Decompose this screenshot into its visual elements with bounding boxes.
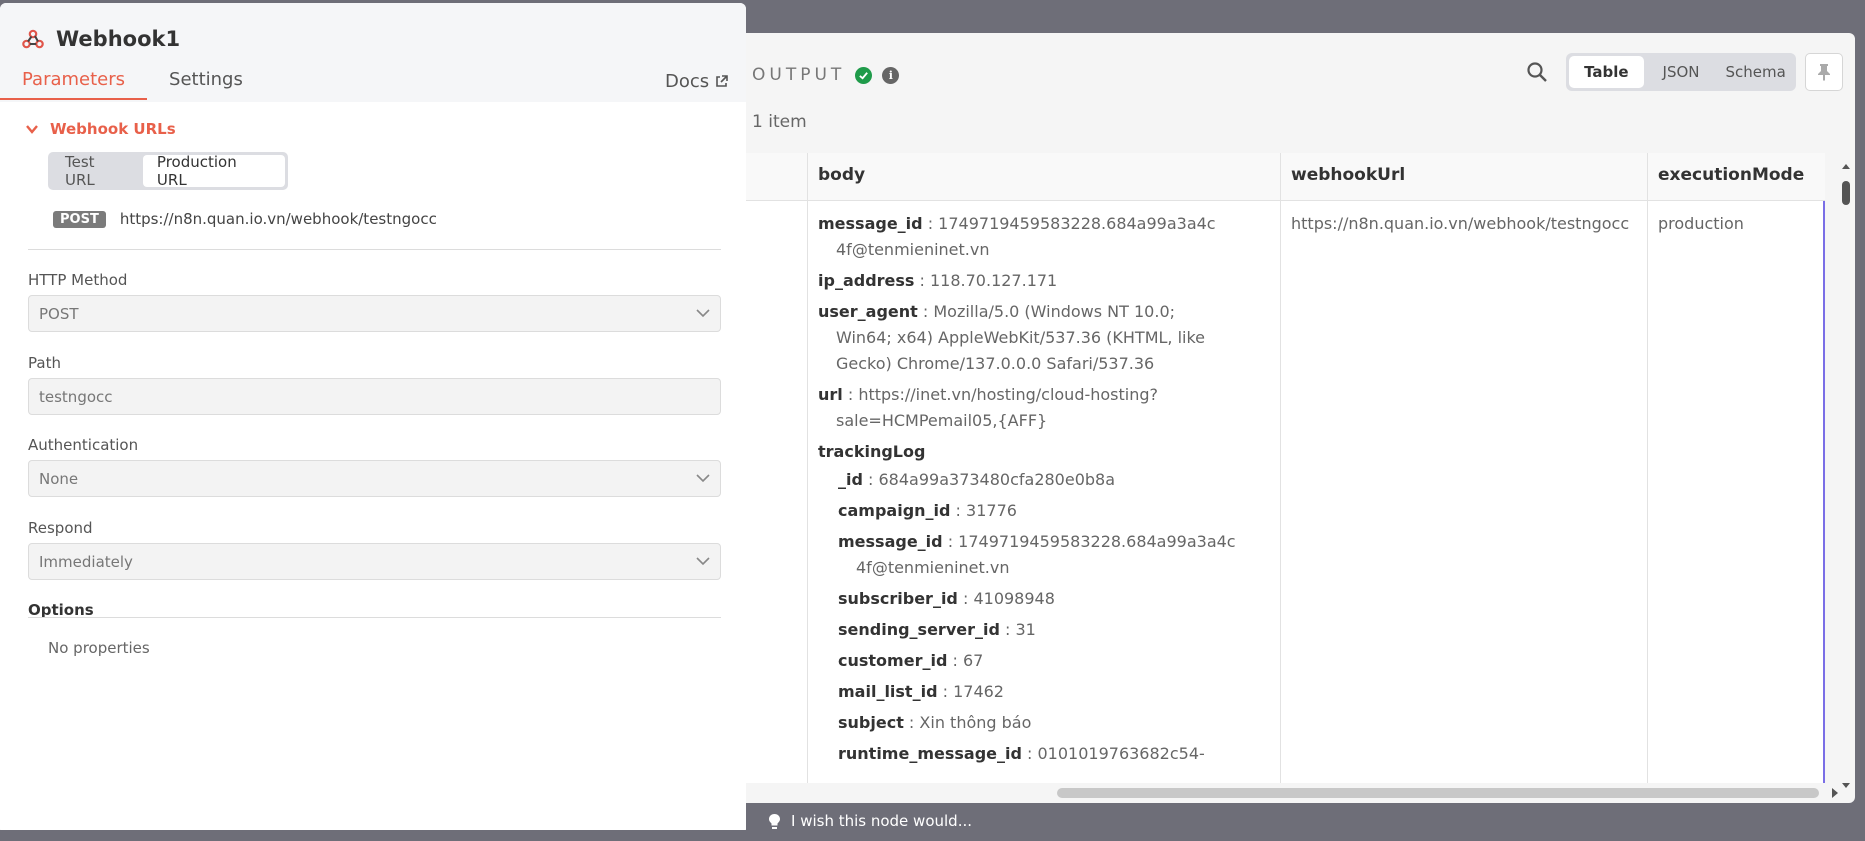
canvas-bottom-edge — [0, 830, 746, 841]
method-badge: POST — [53, 210, 106, 228]
field-url: url : https://inet.vn/hosting/cloud-host… — [818, 385, 1159, 430]
field-tracking-log: trackingLog — [818, 442, 926, 461]
divider — [28, 249, 721, 250]
webhook-icon — [22, 29, 44, 49]
chevron-down-icon — [696, 474, 710, 483]
scroll-right-icon[interactable] — [1830, 787, 1840, 799]
http-method-label: HTTP Method — [28, 271, 128, 289]
pin-icon — [1818, 64, 1830, 81]
view-schema-button[interactable]: Schema — [1718, 56, 1793, 88]
webhook-urls-toggle[interactable]: Webhook URLs — [26, 120, 176, 138]
tracking-log-fields: _id : 684a99a373480cfa280e0b8a campaign_… — [818, 467, 1270, 767]
column-header-webhook-url: webhookUrl — [1281, 153, 1647, 201]
options-divider — [28, 617, 721, 618]
tracking-field: campaign_id : 31776 — [838, 501, 1017, 520]
node-title: Webhook1 — [22, 27, 180, 51]
output-table: ery npty ject] body message_id : 1749719… — [700, 153, 1825, 783]
path-input[interactable]: testngocc — [28, 378, 721, 415]
cell-webhook-url: https://n8n.quan.io.vn/webhook/testngocc — [1291, 214, 1630, 233]
parameters-header: Webhook1 Parameters Settings Docs — [0, 3, 746, 102]
column-execution-mode: executionMode production — [1648, 153, 1825, 783]
no-properties-text: No properties — [48, 639, 150, 657]
column-selection-accent — [1823, 201, 1825, 783]
url-mode-toggle: Test URL Production URL — [48, 152, 288, 190]
field-user-agent: user_agent : Mozilla/5.0 (Windows NT 10.… — [818, 302, 1206, 373]
column-webhook-url: webhookUrl https://n8n.quan.io.vn/webhoo… — [1281, 153, 1648, 783]
column-header-execution-mode: executionMode — [1648, 153, 1825, 201]
view-toggle: Table JSON Schema — [1566, 53, 1796, 91]
info-icon[interactable]: i — [882, 66, 900, 84]
item-count: 1 item — [752, 112, 807, 132]
node-name[interactable]: Webhook1 — [56, 27, 180, 51]
chevron-down-icon — [696, 557, 710, 566]
external-link-icon — [716, 75, 728, 87]
parameters-panel: Webhook1 Parameters Settings Docs Webhoo… — [0, 3, 746, 835]
docs-link[interactable]: Docs — [665, 71, 728, 92]
output-header: OUTPUT i — [752, 61, 900, 89]
column-body: body message_id : 1749719459583228.684a9… — [808, 153, 1281, 783]
feedback-text: I wish this node would... — [791, 812, 973, 830]
param-tabs: Parameters Settings — [0, 69, 265, 100]
view-json-button[interactable]: JSON — [1644, 56, 1719, 88]
tracking-field: message_id : 1749719459583228.684a99a3a4… — [838, 532, 1236, 577]
respond-select[interactable]: Immediately — [28, 543, 721, 580]
webhook-url-row: POST https://n8n.quan.io.vn/webhook/test… — [53, 210, 437, 228]
view-table-button[interactable]: Table — [1569, 56, 1644, 88]
output-title: OUTPUT — [752, 65, 846, 85]
tracking-field: sending_server_id : 31 — [838, 620, 1036, 639]
feedback-prompt[interactable]: I wish this node would... — [768, 812, 972, 830]
path-label: Path — [28, 354, 61, 372]
webhook-url[interactable]: https://n8n.quan.io.vn/webhook/testngocc — [120, 210, 437, 228]
http-method-select[interactable]: POST — [28, 295, 721, 332]
authentication-select[interactable]: None — [28, 460, 721, 497]
tracking-field: subject : Xin thông báo — [838, 713, 1032, 732]
tab-settings[interactable]: Settings — [147, 69, 265, 100]
vertical-scrollbar[interactable] — [1840, 161, 1852, 791]
pin-button[interactable] — [1805, 53, 1843, 91]
tracking-field: subscriber_id : 41098948 — [838, 589, 1055, 608]
cell-execution-mode: production — [1658, 214, 1744, 233]
production-url-button[interactable]: Production URL — [142, 153, 285, 189]
vertical-scrollbar-thumb[interactable] — [1842, 181, 1850, 205]
tracking-field: customer_id : 67 — [838, 651, 984, 670]
chevron-down-icon — [26, 124, 38, 134]
lightbulb-icon — [769, 813, 780, 829]
respond-label: Respond — [28, 519, 93, 537]
field-ip-address: ip_address : 118.70.127.171 — [818, 271, 1058, 290]
tracking-field: mail_list_id : 17462 — [838, 682, 1004, 701]
search-icon[interactable] — [1526, 61, 1548, 83]
success-check-icon — [855, 66, 873, 84]
tracking-field: runtime_message_id : 0101019763682c54- — [838, 744, 1205, 763]
tracking-field: _id : 684a99a373480cfa280e0b8a — [838, 470, 1116, 489]
horizontal-scrollbar[interactable] — [1057, 788, 1819, 798]
output-panel: OUTPUT i Table JSON Schema 1 item ery np… — [700, 33, 1855, 803]
chevron-down-icon — [696, 309, 710, 318]
field-message-id: message_id : 1749719459583228.684a99a3a4… — [818, 214, 1216, 259]
test-url-button[interactable]: Test URL — [51, 153, 143, 189]
tab-parameters[interactable]: Parameters — [0, 69, 148, 100]
column-header-body: body — [808, 153, 1280, 201]
authentication-label: Authentication — [28, 436, 139, 454]
